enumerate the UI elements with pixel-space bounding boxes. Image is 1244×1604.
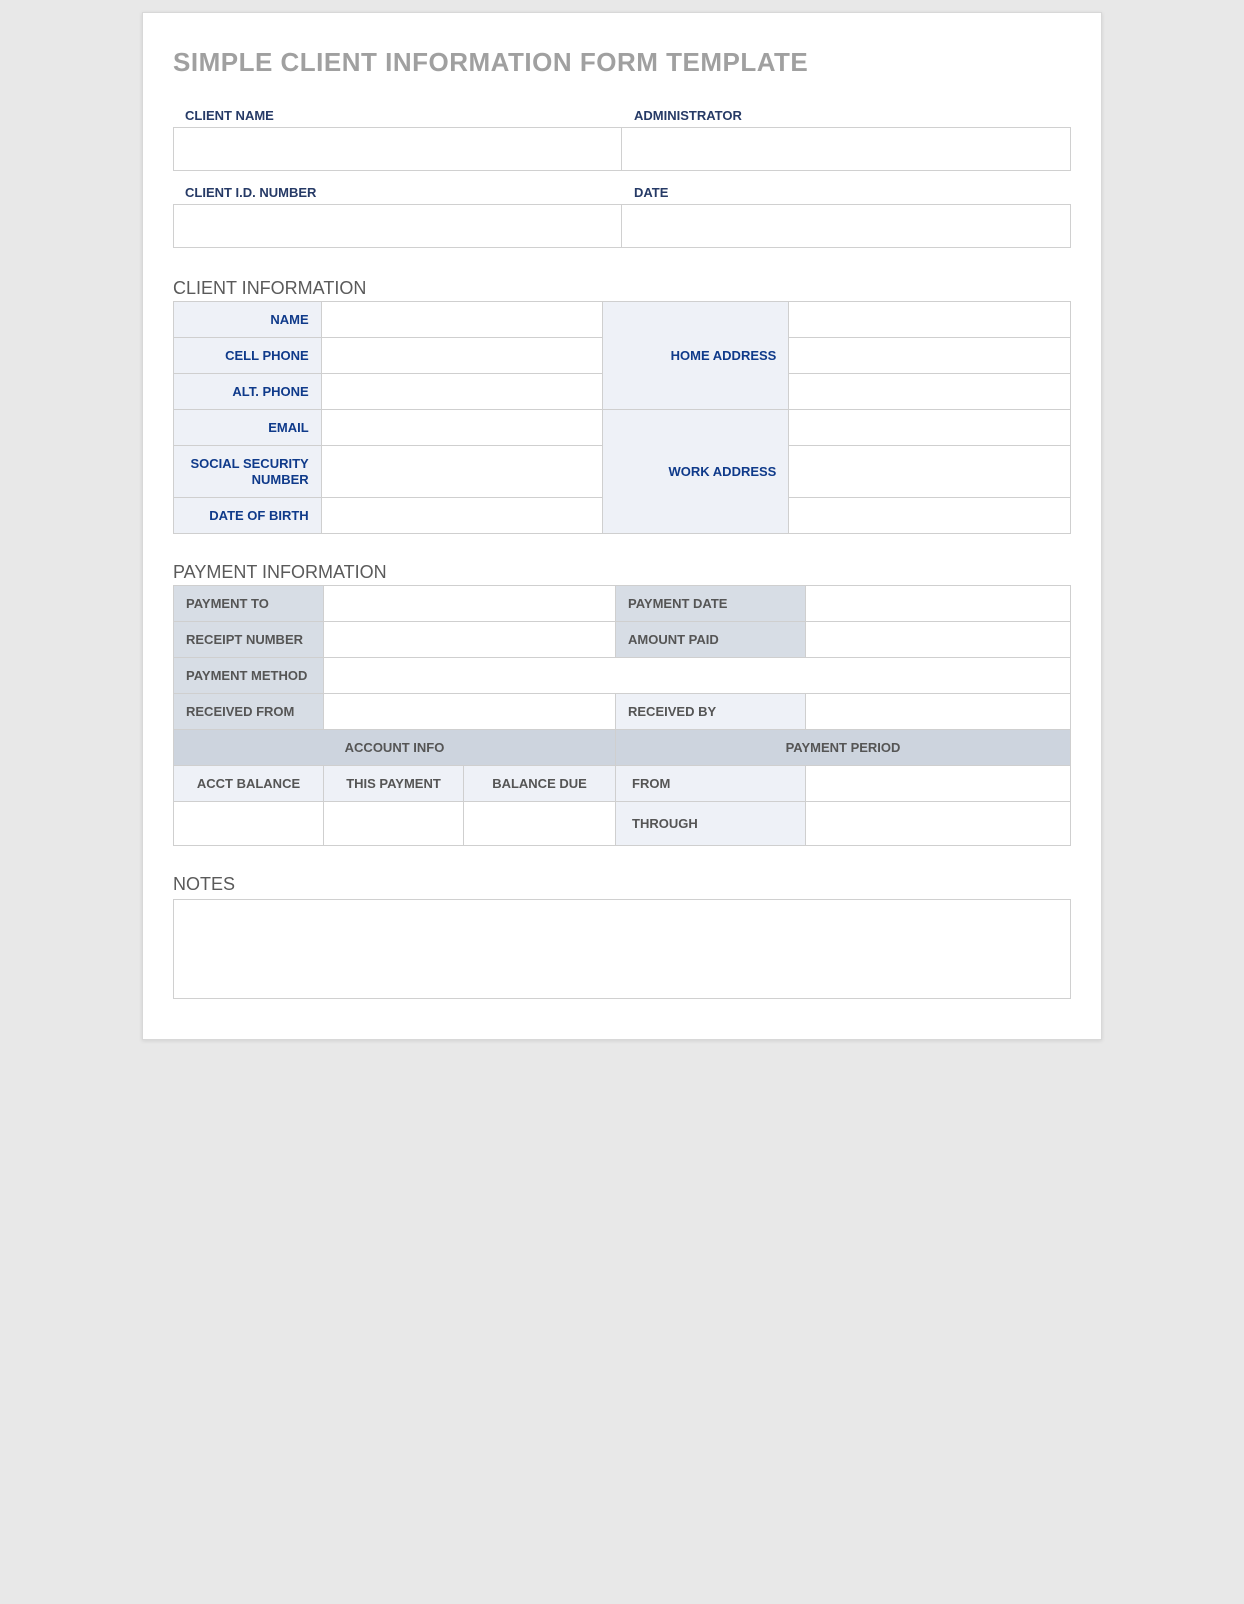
home-address-line2[interactable] <box>789 338 1071 374</box>
amount-paid-input[interactable] <box>806 622 1071 658</box>
client-id-field: CLIENT I.D. NUMBER <box>173 185 622 204</box>
name-input[interactable] <box>321 302 603 338</box>
payment-to-input[interactable] <box>324 586 616 622</box>
ssn-input[interactable] <box>321 446 603 498</box>
client-info-section-label: CLIENT INFORMATION <box>173 278 1071 299</box>
this-payment-label: THIS PAYMENT <box>324 766 464 802</box>
work-address-label: WORK ADDRESS <box>603 410 789 534</box>
acct-balance-label: ACCT BALANCE <box>174 766 324 802</box>
period-from-input[interactable] <box>806 766 1071 802</box>
payment-method-label: PAYMENT METHOD <box>174 658 324 694</box>
amount-paid-label: AMOUNT PAID <box>616 622 806 658</box>
date-label: DATE <box>622 185 1071 204</box>
date-input[interactable] <box>622 204 1071 248</box>
home-address-line3[interactable] <box>789 374 1071 410</box>
work-address-line1[interactable] <box>789 410 1071 446</box>
page-title: SIMPLE CLIENT INFORMATION FORM TEMPLATE <box>173 47 1071 78</box>
home-address-line1[interactable] <box>789 302 1071 338</box>
period-from-label: FROM <box>616 766 806 802</box>
notes-input[interactable] <box>173 899 1071 999</box>
client-id-label: CLIENT I.D. NUMBER <box>173 185 622 204</box>
client-name-input[interactable] <box>173 127 622 171</box>
payment-to-label: PAYMENT TO <box>174 586 324 622</box>
work-address-line3[interactable] <box>789 498 1071 534</box>
date-field: DATE <box>622 185 1071 204</box>
dob-label: DATE OF BIRTH <box>174 498 322 534</box>
balance-due-input[interactable] <box>464 802 616 846</box>
received-by-input[interactable] <box>806 694 1071 730</box>
receipt-number-input[interactable] <box>324 622 616 658</box>
top-fields: CLIENT NAME ADMINISTRATOR CLIENT I.D. NU… <box>173 108 1071 248</box>
work-address-line2[interactable] <box>789 446 1071 498</box>
client-id-input[interactable] <box>173 204 622 248</box>
cell-phone-input[interactable] <box>321 338 603 374</box>
period-through-input[interactable] <box>806 802 1071 846</box>
email-label: EMAIL <box>174 410 322 446</box>
payment-info-table: PAYMENT TO PAYMENT DATE RECEIPT NUMBER A… <box>173 585 1071 846</box>
period-through-label: THROUGH <box>616 802 806 846</box>
form-page: SIMPLE CLIENT INFORMATION FORM TEMPLATE … <box>142 12 1102 1040</box>
administrator-label: ADMINISTRATOR <box>622 108 1071 127</box>
payment-period-header: PAYMENT PERIOD <box>616 730 1071 766</box>
this-payment-input[interactable] <box>324 802 464 846</box>
client-info-table: NAME HOME ADDRESS CELL PHONE ALT. PHONE … <box>173 301 1071 534</box>
administrator-input[interactable] <box>622 127 1071 171</box>
alt-phone-input[interactable] <box>321 374 603 410</box>
client-name-label: CLIENT NAME <box>173 108 622 127</box>
receipt-number-label: RECEIPT NUMBER <box>174 622 324 658</box>
home-address-label: HOME ADDRESS <box>603 302 789 410</box>
alt-phone-label: ALT. PHONE <box>174 374 322 410</box>
account-info-header: ACCOUNT INFO <box>174 730 616 766</box>
balance-due-label: BALANCE DUE <box>464 766 616 802</box>
administrator-field: ADMINISTRATOR <box>622 108 1071 127</box>
acct-balance-input[interactable] <box>174 802 324 846</box>
payment-date-label: PAYMENT DATE <box>616 586 806 622</box>
cell-phone-label: CELL PHONE <box>174 338 322 374</box>
received-from-label: RECEIVED FROM <box>174 694 324 730</box>
received-by-label: RECEIVED BY <box>616 694 806 730</box>
received-from-input[interactable] <box>324 694 616 730</box>
payment-method-input[interactable] <box>324 658 1071 694</box>
client-name-field: CLIENT NAME <box>173 108 622 127</box>
email-input[interactable] <box>321 410 603 446</box>
notes-section-label: NOTES <box>173 874 1071 895</box>
payment-date-input[interactable] <box>806 586 1071 622</box>
dob-input[interactable] <box>321 498 603 534</box>
ssn-label: SOCIAL SECURITY NUMBER <box>174 446 322 498</box>
name-label: NAME <box>174 302 322 338</box>
payment-info-section-label: PAYMENT INFORMATION <box>173 562 1071 583</box>
